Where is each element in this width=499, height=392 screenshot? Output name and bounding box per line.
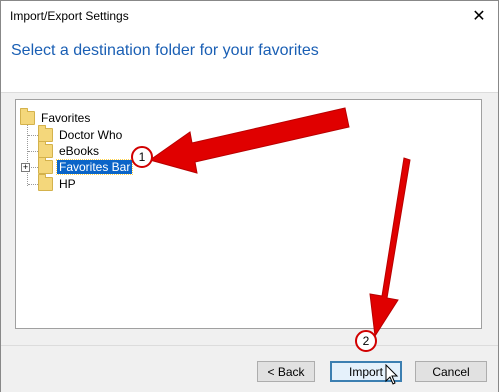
step-badge-2: 2 [355, 330, 377, 352]
folder-icon [38, 174, 53, 191]
tree-item-ebooks[interactable]: eBooks [38, 141, 101, 159]
tree-item-label: HP [59, 177, 76, 191]
title-bar: Import/Export Settings ✕ [1, 1, 498, 32]
dialog-content: Favorites Doctor Who eBooks + Favorites … [1, 92, 498, 346]
tree-item-favorites[interactable]: Favorites [20, 108, 92, 126]
folder-icon [38, 125, 53, 142]
folder-icon [20, 108, 35, 125]
page-title: Select a destination folder for your fav… [11, 42, 319, 59]
tree-item-label: eBooks [59, 144, 100, 158]
tree-connector-vertical [27, 118, 28, 186]
folder-icon [38, 157, 53, 174]
tree-item-label: Doctor Who [59, 128, 123, 142]
step-badge-1: 1 [131, 146, 153, 168]
import-export-dialog: Import/Export Settings ✕ Select a destin… [0, 0, 499, 392]
tree-item-doctor-who[interactable]: Doctor Who [38, 125, 124, 143]
dialog-header: Select a destination folder for your fav… [1, 32, 498, 92]
folder-tree[interactable]: Favorites Doctor Who eBooks + Favorites … [15, 99, 482, 329]
back-button[interactable]: < Back [257, 361, 315, 382]
close-icon[interactable]: ✕ [466, 3, 492, 29]
mouse-cursor-icon [385, 364, 399, 385]
tree-item-favorites-bar[interactable]: Favorites Bar [38, 157, 134, 175]
tree-item-hp[interactable]: HP [38, 174, 78, 192]
cancel-button[interactable]: Cancel [415, 361, 487, 382]
folder-icon [38, 141, 53, 158]
tree-item-label: Favorites [41, 111, 91, 125]
dialog-footer: < Back Import Cancel [1, 345, 498, 392]
tree-item-label: Favorites Bar [55, 159, 134, 175]
expand-toggle-icon[interactable]: + [21, 163, 30, 172]
window-title: Import/Export Settings [10, 9, 129, 23]
